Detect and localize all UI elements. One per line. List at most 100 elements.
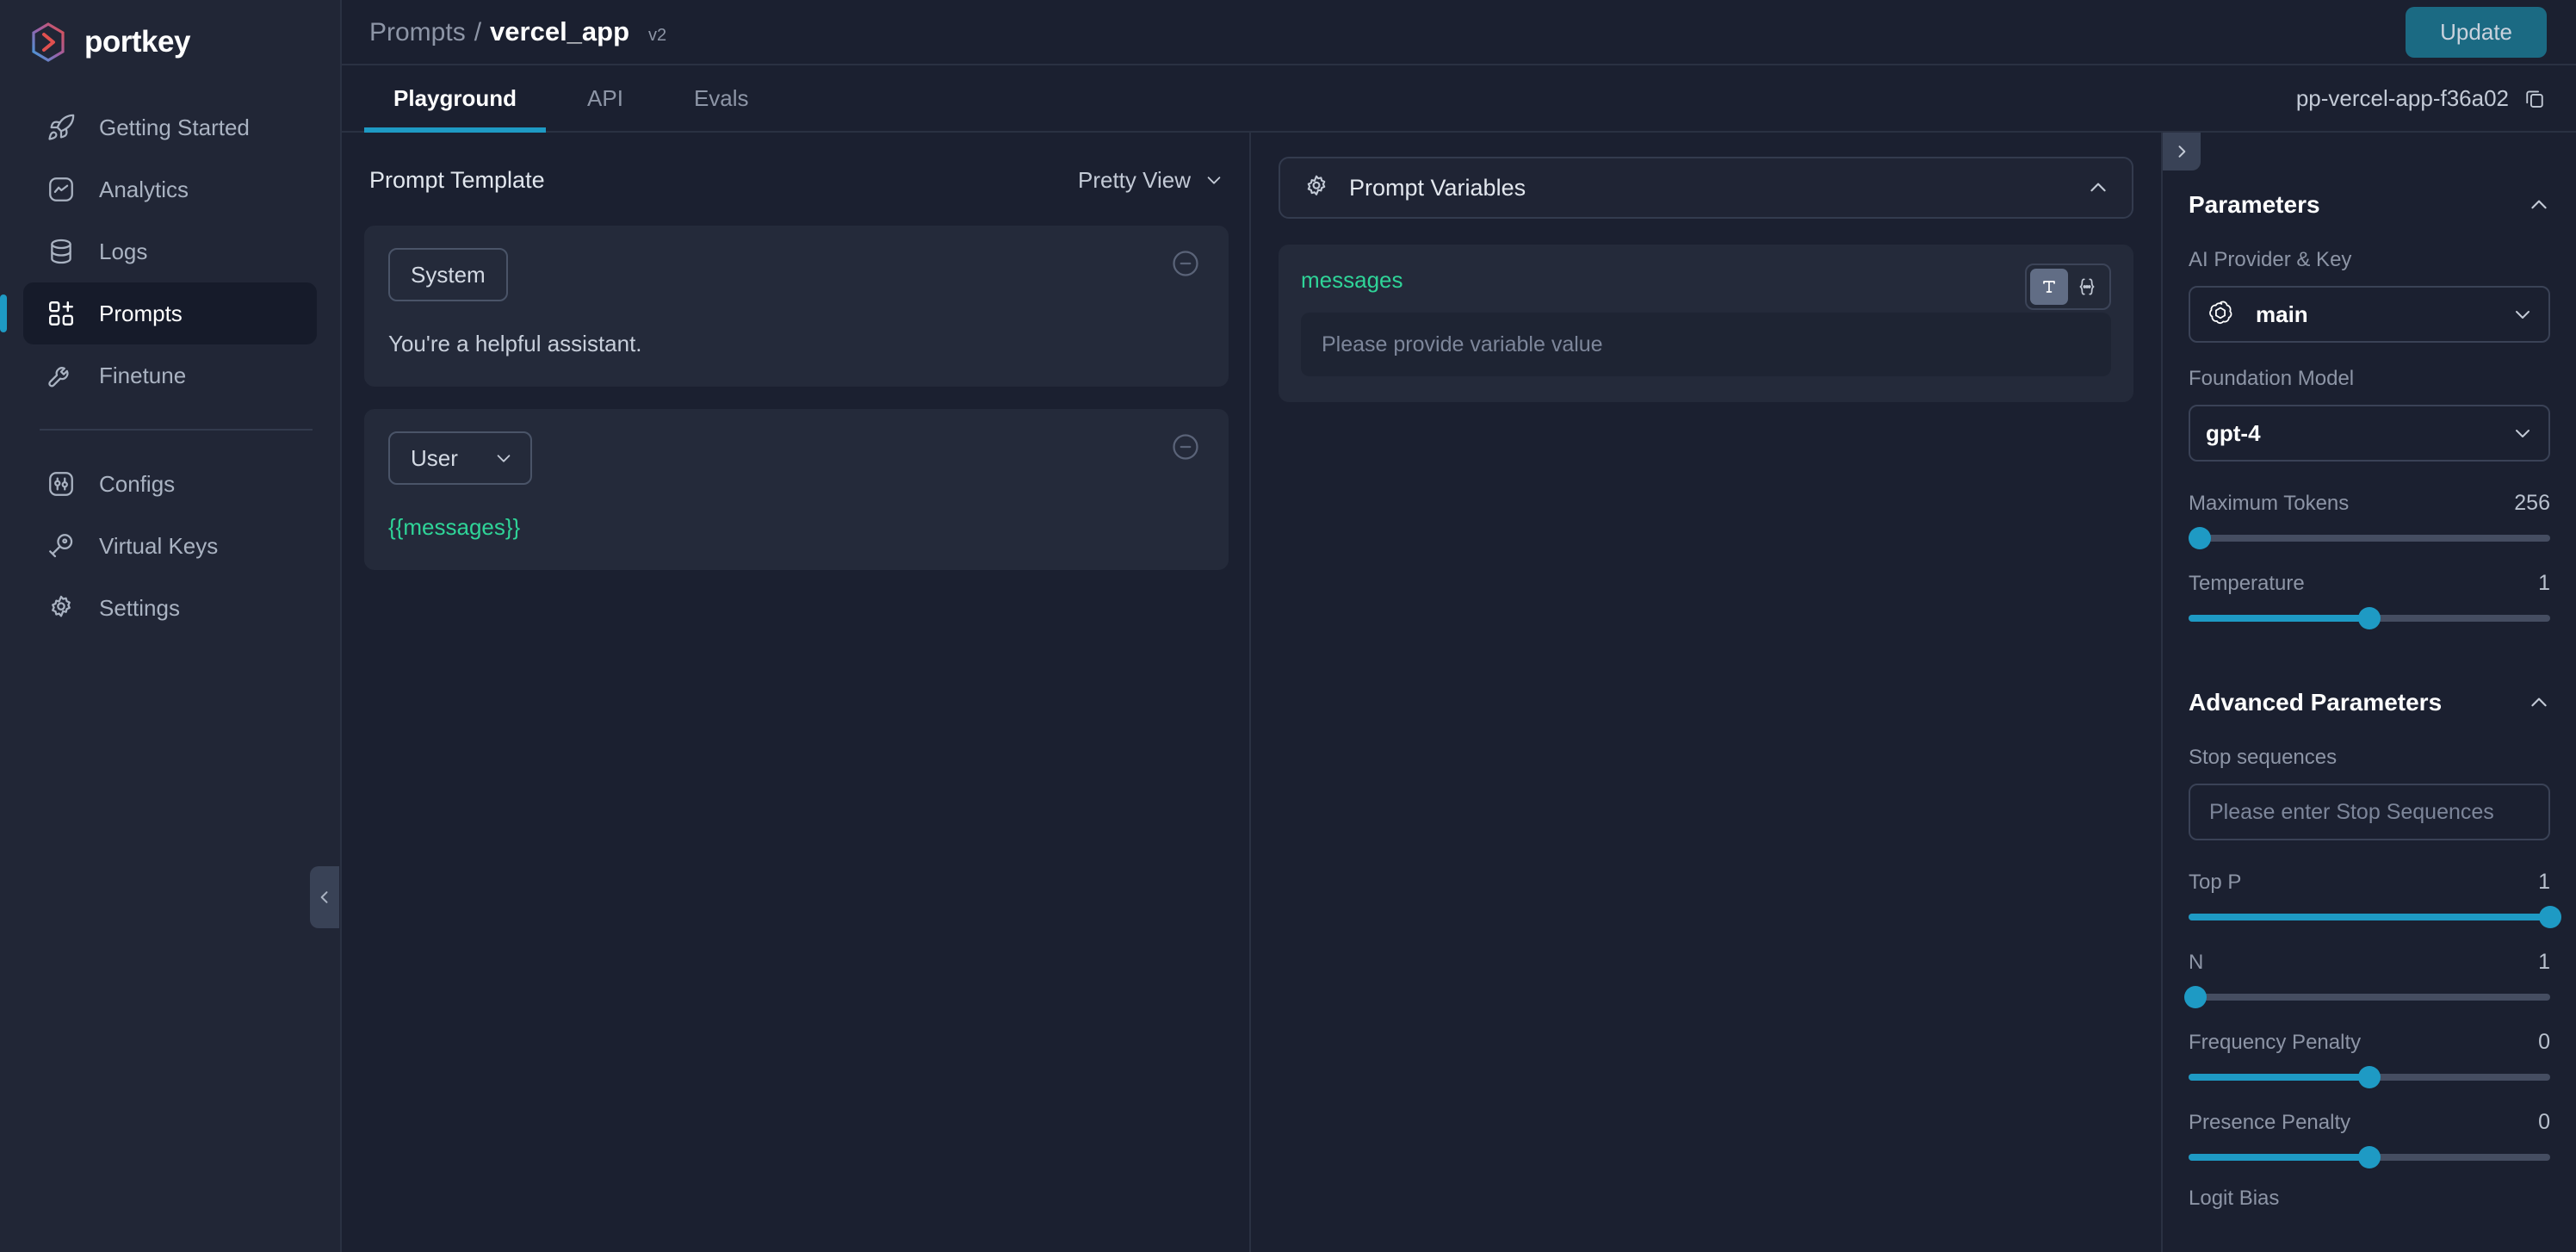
n-slider[interactable] [2189,994,2550,1001]
temperature-slider[interactable] [2189,615,2550,622]
stop-sequences-label: Stop sequences [2189,746,2550,770]
message-content-system[interactable]: You're a helpful assistant. [388,331,1204,357]
wrench-icon [46,360,77,391]
chevron-up-icon[interactable] [2528,194,2550,216]
minus-circle-icon[interactable] [1170,431,1201,462]
sidebar-item-settings[interactable]: Settings [23,577,317,639]
prompt-variables-panel: Prompt Variables messages [1251,133,2161,1252]
frequency-penalty-row: Frequency Penalty 0 [2189,1030,2550,1055]
logit-bias-label: Logit Bias [2189,1187,2550,1211]
frequency-penalty-value: 0 [2538,1030,2550,1055]
text-format-icon[interactable] [2030,269,2068,305]
sidebar-item-finetune[interactable]: Finetune [23,344,317,406]
rocket-icon [46,112,77,143]
top-p-value: 1 [2538,870,2550,895]
sidebar-item-analytics[interactable]: Analytics [23,158,317,220]
main-area: Prompts / vercel_app v2 Update Playgroun… [342,0,2576,1252]
copy-icon[interactable] [2523,86,2547,110]
sidebar-item-label: Prompts [99,301,183,327]
prompt-template-title: Prompt Template [369,167,545,194]
parameters-section-header[interactable]: Parameters [2189,186,2550,224]
ai-provider-label: AI Provider & Key [2189,248,2550,272]
message-card-system: System You're a helpful assistant. [364,226,1229,387]
breadcrumb-leaf: vercel_app [490,16,629,47]
presence-penalty-slider[interactable] [2189,1154,2550,1161]
max-tokens-label: Maximum Tokens [2189,492,2349,516]
tab-playground[interactable]: Playground [364,65,546,131]
message-content-user[interactable]: {{messages}} [388,514,1204,541]
update-button[interactable]: Update [2406,7,2547,58]
variable-name: messages [1301,267,2111,294]
ai-provider-value: main [2256,301,2308,328]
sidebar-item-label: Getting Started [99,115,250,141]
foundation-model-select[interactable]: gpt-4 [2189,405,2550,462]
max-tokens-value: 256 [2514,491,2550,516]
parameters-expand-button[interactable] [2163,133,2201,170]
temperature-label: Temperature [2189,572,2305,596]
sidebar-collapse-button[interactable] [310,866,339,928]
temperature-value: 1 [2538,571,2550,596]
prompt-version-badge: v2 [648,26,666,46]
sidebar-item-virtual-keys[interactable]: Virtual Keys [23,515,317,577]
sidebar-item-configs[interactable]: Configs [23,453,317,515]
key-icon [46,530,77,561]
sidebar-item-logs[interactable]: Logs [23,220,317,282]
tab-evals[interactable]: Evals [665,65,778,131]
stop-sequences-placeholder: Please enter Stop Sequences [2209,800,2494,825]
chart-square-icon [46,174,77,205]
advanced-parameters-title: Advanced Parameters [2189,689,2442,716]
presence-penalty-value: 0 [2538,1110,2550,1135]
breadcrumb-root[interactable]: Prompts [369,18,466,47]
view-mode-selector[interactable]: Pretty View [1078,167,1223,194]
variable-row: messages [1279,245,2133,402]
message-role-system[interactable]: System [388,248,508,301]
ai-provider-select[interactable]: main [2189,286,2550,343]
sidebar-divider [40,429,313,431]
max-tokens-slider[interactable] [2189,535,2550,542]
stop-sequences-input[interactable]: Please enter Stop Sequences [2189,784,2550,840]
gear-icon [46,592,77,623]
top-p-label: Top P [2189,871,2241,895]
breadcrumb: Prompts / vercel_app v2 [369,16,666,47]
frequency-penalty-label: Frequency Penalty [2189,1031,2361,1055]
sidebar: portkey Getting Started [0,0,342,1252]
message-card-user: User {{messages}} [364,409,1229,570]
minus-circle-icon[interactable] [1170,248,1201,279]
sidebar-item-prompts[interactable]: Prompts [23,282,317,344]
prompt-id: pp-vercel-app-f36a02 [2296,85,2547,112]
app-root: portkey Getting Started [0,0,2576,1252]
frequency-penalty-slider[interactable] [2189,1074,2550,1081]
sidebar-item-label: Configs [99,471,175,498]
openai-logo-icon [2206,299,2237,330]
tabs: Playground API Evals [342,65,778,131]
variable-format-toggle [2025,263,2111,310]
brand[interactable]: portkey [0,0,340,62]
topbar: Prompts / vercel_app v2 Update [342,0,2576,65]
message-role-user-select[interactable]: User [388,431,532,485]
chevron-down-icon [1204,170,1223,189]
json-format-icon[interactable] [2068,269,2106,305]
n-label: N [2189,951,2203,975]
sidebar-item-label: Settings [99,595,180,622]
top-p-slider[interactable] [2189,914,2550,920]
breadcrumb-separator: / [474,18,481,47]
sidebar-item-label: Logs [99,239,147,265]
chevron-up-icon[interactable] [2087,177,2109,199]
foundation-model-value: gpt-4 [2206,420,2261,447]
tab-api[interactable]: API [558,65,653,131]
prompt-id-text: pp-vercel-app-f36a02 [2296,85,2509,112]
sidebar-item-getting-started[interactable]: Getting Started [23,96,317,158]
variable-value-input[interactable]: Please provide variable value [1301,313,2111,376]
sidebar-item-label: Finetune [99,363,186,389]
parameters-panel: Parameters AI Provider & Key main [2161,133,2576,1252]
sidebar-item-label: Analytics [99,177,189,203]
prompts-grid-icon [46,298,77,329]
brand-name: portkey [84,25,190,59]
message-role-user-value: User [411,445,458,472]
max-tokens-row: Maximum Tokens 256 [2189,491,2550,516]
chevron-down-icon [494,449,513,468]
prompt-variables-header[interactable]: Prompt Variables [1279,157,2133,219]
foundation-model-label: Foundation Model [2189,367,2550,391]
chevron-up-icon[interactable] [2528,691,2550,714]
advanced-parameters-header[interactable]: Advanced Parameters [2189,684,2550,722]
